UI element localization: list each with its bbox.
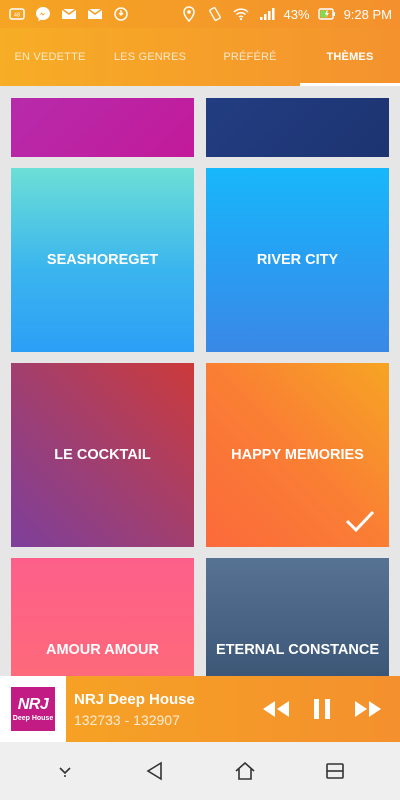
player-controls xyxy=(260,696,384,722)
svg-text:48: 48 xyxy=(14,13,20,19)
theme-tile[interactable] xyxy=(11,98,194,157)
tab-themes[interactable]: THÈMES xyxy=(300,28,400,86)
checkmark-icon xyxy=(345,510,375,533)
tab-en-vedette[interactable]: EN VEDETTE xyxy=(0,28,100,86)
chevron-down-icon[interactable] xyxy=(50,756,80,786)
tab-prefere[interactable]: PRÉFÉRÉ xyxy=(200,28,300,86)
theme-tile-le-cocktail[interactable]: LE COCKTAIL xyxy=(11,363,194,547)
tab-bar: EN VEDETTE LES GENRES PRÉFÉRÉ THÈMES xyxy=(0,28,400,86)
logo-text: NRJ xyxy=(17,695,49,713)
back-icon[interactable] xyxy=(140,756,170,786)
player-subtitle: 132733 - 132907 xyxy=(74,711,180,728)
system-nav-bar xyxy=(0,742,400,800)
station-logo: NRJ Deep House xyxy=(0,676,66,742)
battery-percent: 43% xyxy=(283,6,310,22)
theme-tile[interactable] xyxy=(206,98,389,157)
messenger-icon xyxy=(34,6,52,22)
home-icon[interactable] xyxy=(230,756,260,786)
theme-label: ETERNAL CONSTANCE xyxy=(216,642,379,658)
pause-icon[interactable] xyxy=(306,696,338,722)
theme-label: HAPPY MEMORIES xyxy=(231,447,364,463)
theme-label: LE COCKTAIL xyxy=(54,447,151,463)
status-bar: 48 43% 9:28 PM xyxy=(0,0,400,28)
theme-label: SEASHOREGET xyxy=(46,252,159,268)
mini-player[interactable]: NRJ Deep House NRJ Deep House 132733 - 1… xyxy=(0,676,400,742)
clock: 9:28 PM xyxy=(343,6,392,22)
logo-subtext: Deep House xyxy=(12,714,54,722)
theme-tile-happy-memories[interactable]: HAPPY MEMORIES xyxy=(206,363,389,547)
signal-icon xyxy=(258,6,276,22)
tab-les-genres[interactable]: LES GENRES xyxy=(100,28,200,86)
theme-label: RIVER CITY xyxy=(256,252,339,268)
gmail-icon xyxy=(86,6,104,22)
nrj-logo: NRJ Deep House xyxy=(11,687,55,731)
sync-icon xyxy=(112,6,130,22)
rewind-icon[interactable] xyxy=(260,696,292,722)
player-info: NRJ Deep House 132733 - 132907 xyxy=(74,691,260,728)
gmail-icon xyxy=(60,6,78,22)
player-title: NRJ Deep House xyxy=(74,690,195,708)
wifi-icon xyxy=(232,6,250,22)
location-icon xyxy=(180,6,198,22)
theme-tile-seashoreget[interactable]: SEASHOREGET xyxy=(11,168,194,352)
theme-tile-eternal-constance[interactable]: ETERNAL CONSTANCE xyxy=(206,558,389,676)
vibrate-icon xyxy=(206,6,224,22)
theme-tile-amour-amour[interactable]: AMOUR AMOUR xyxy=(11,558,194,676)
theme-tile-river-city[interactable]: RIVER CITY xyxy=(206,168,389,352)
fast-forward-icon[interactable] xyxy=(352,696,384,722)
theme-label: AMOUR AMOUR xyxy=(45,642,160,658)
tv-icon: 48 xyxy=(8,6,26,22)
recent-apps-icon[interactable] xyxy=(320,756,350,786)
themes-grid: SEASHOREGET RIVER CITY LE COCKTAIL HAPPY… xyxy=(0,86,400,676)
battery-icon xyxy=(317,6,336,22)
